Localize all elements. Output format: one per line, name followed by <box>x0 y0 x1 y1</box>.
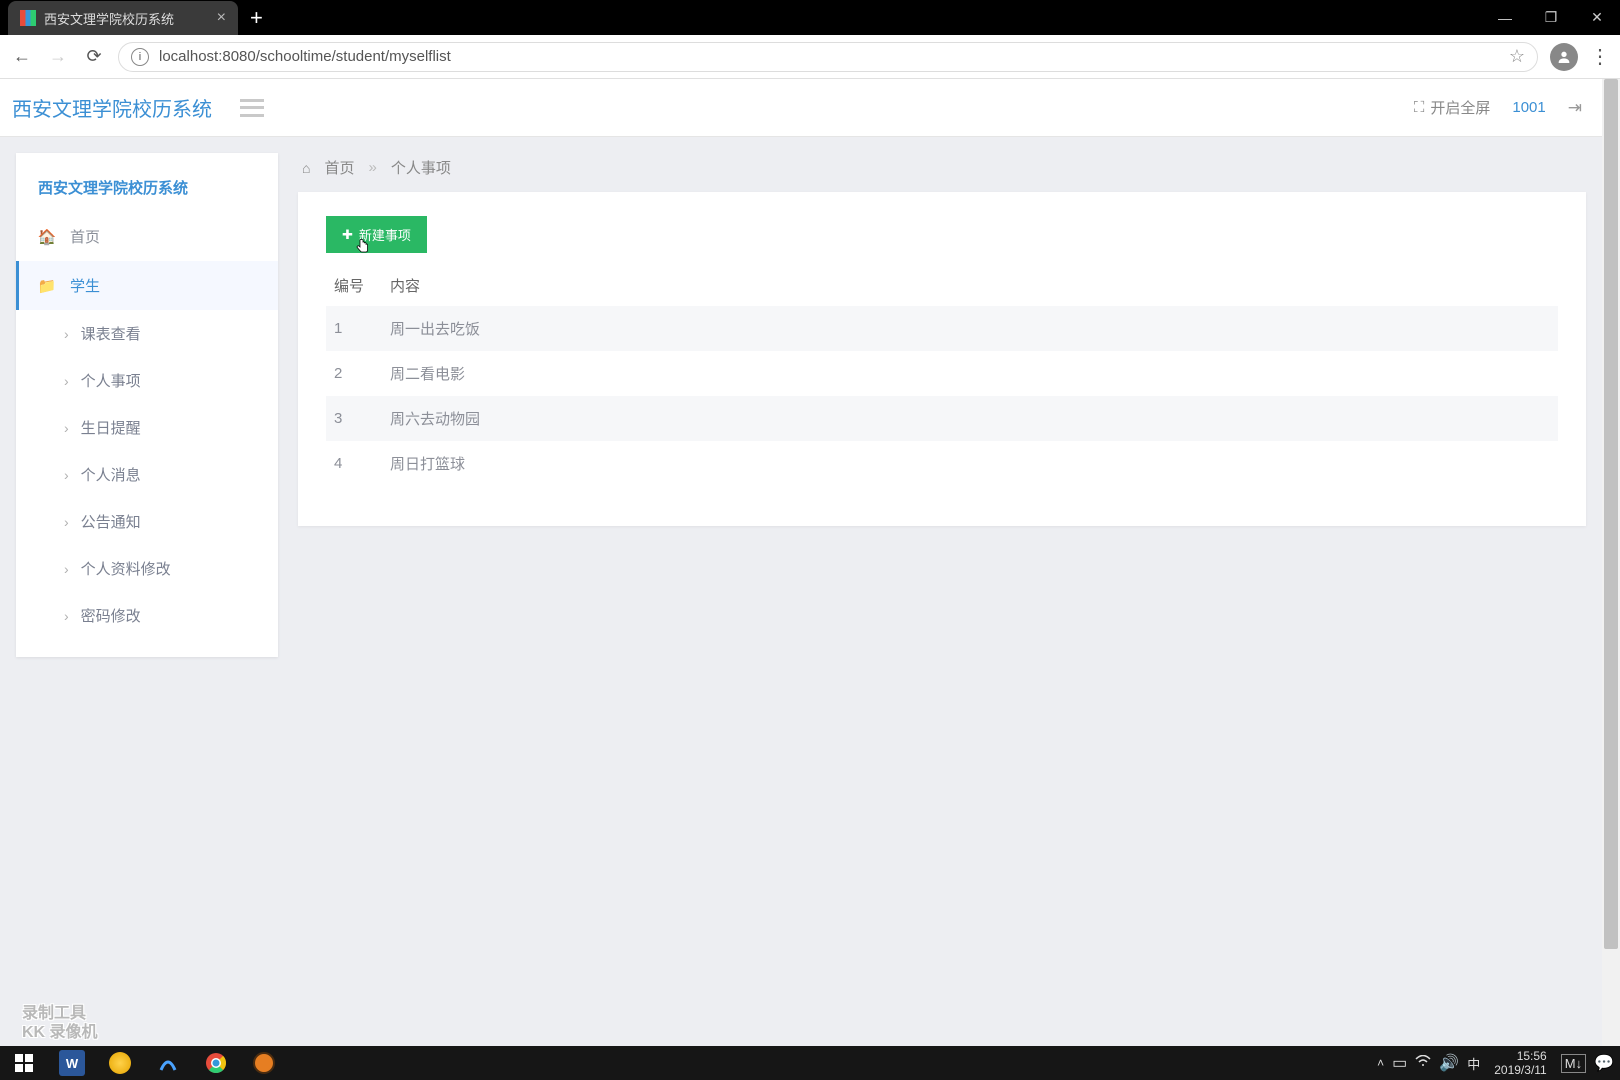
windows-taskbar: W ˄ ▭ 🔊 中 15:56 2019/3/11 M↓ 💬 <box>0 1046 1620 1080</box>
table-row[interactable]: 4周日打篮球 <box>326 441 1558 486</box>
chevron-right-icon: › <box>64 420 69 436</box>
chevron-right-icon: › <box>64 467 69 483</box>
taskbar-app-2[interactable] <box>96 1046 144 1080</box>
home-icon: 🏠 <box>38 228 56 246</box>
tab-title: 西安文理学院校历系统 <box>44 9 209 28</box>
reload-button[interactable]: ⟳ <box>82 45 106 69</box>
plus-icon: ✚ <box>342 227 353 243</box>
window-close-button[interactable]: ✕ <box>1574 0 1620 35</box>
folder-icon: 📁 <box>38 277 56 295</box>
vertical-scrollbar[interactable] <box>1602 79 1620 1046</box>
fullscreen-button[interactable]: ⛶ 开启全屏 <box>1414 97 1491 118</box>
tray-chevron-up-icon[interactable]: ˄ <box>1377 1056 1384 1070</box>
scroll-thumb[interactable] <box>1604 79 1618 949</box>
sidebar-item-label: 学生 <box>70 275 100 296</box>
sidebar-sub-announcements[interactable]: ›公告通知 <box>16 498 278 545</box>
fullscreen-label: 开启全屏 <box>1430 97 1490 118</box>
sidebar-sub-profile-edit[interactable]: ›个人资料修改 <box>16 545 278 592</box>
chevron-right-icon: › <box>64 326 69 342</box>
chevron-right-icon: › <box>64 608 69 624</box>
sidebar: 西安文理学院校历系统 🏠 首页 📁 学生 ›课表查看 ›个人事项 ›生日提醒 ›… <box>16 153 278 657</box>
favicon-icon <box>20 10 36 26</box>
start-button[interactable] <box>0 1046 48 1080</box>
url-field[interactable]: i localhost:8080/schooltime/student/myse… <box>118 42 1538 72</box>
back-button[interactable]: ← <box>10 45 34 69</box>
sidebar-item-student[interactable]: 📁 学生 <box>16 261 278 310</box>
chevron-right-icon: › <box>64 561 69 577</box>
sidebar-sub-schedule[interactable]: ›课表查看 <box>16 310 278 357</box>
ime-indicator[interactable]: 中 <box>1467 1054 1480 1073</box>
browser-tab[interactable]: 西安文理学院校历系统 × <box>8 1 238 35</box>
battery-icon[interactable]: ▭ <box>1392 1053 1407 1073</box>
svg-text:W: W <box>66 1056 79 1071</box>
add-item-button[interactable]: ✚ 新建事项 <box>326 216 427 253</box>
taskbar-app-5[interactable] <box>240 1046 288 1080</box>
new-tab-button[interactable]: + <box>238 1 275 35</box>
sidebar-item-label: 首页 <box>70 226 100 247</box>
user-id[interactable]: 1001 <box>1512 99 1545 116</box>
sidebar-toggle-icon[interactable] <box>240 99 264 117</box>
volume-icon[interactable]: 🔊 <box>1439 1053 1459 1073</box>
breadcrumb: ⌂ 首页 » 个人事项 <box>298 153 1586 192</box>
table-row[interactable]: 3周六去动物园 <box>326 396 1558 441</box>
browser-menu-icon[interactable]: ⋮ <box>1590 44 1610 69</box>
action-center-icon[interactable]: 💬 <box>1594 1053 1614 1073</box>
window-minimize-button[interactable]: — <box>1482 0 1528 35</box>
profile-avatar-icon[interactable] <box>1550 43 1578 71</box>
site-info-icon[interactable]: i <box>131 48 149 66</box>
main-panel: ⌂ 首页 » 个人事项 ✚ 新建事项 编号 内容 <box>298 153 1586 526</box>
window-maximize-button[interactable]: ❐ <box>1528 0 1574 35</box>
watermark: 录制工具 KK 录像机 <box>22 1004 98 1042</box>
bookmark-star-icon[interactable]: ☆ <box>1509 46 1525 67</box>
page-viewport: 西安文理学院校历系统 ⛶ 开启全屏 1001 ⇥ 西安文理学院校历系统 🏠 首页… <box>0 79 1602 1046</box>
taskbar-app-chrome[interactable] <box>192 1046 240 1080</box>
taskbar-app-word[interactable]: W <box>48 1046 96 1080</box>
items-table: 编号 内容 1周一出去吃饭 2周二看电影 3周六去动物园 4周日打篮球 <box>326 265 1558 486</box>
forward-button[interactable]: → <box>46 45 70 69</box>
chevron-right-icon: › <box>64 373 69 389</box>
sidebar-item-home[interactable]: 🏠 首页 <box>16 212 278 261</box>
breadcrumb-home[interactable]: 首页 <box>324 157 354 178</box>
taskbar-clock[interactable]: 15:56 2019/3/11 <box>1488 1049 1553 1078</box>
wifi-icon[interactable] <box>1415 1054 1431 1072</box>
chevron-right-icon: › <box>64 514 69 530</box>
tray-notification-icon[interactable]: M↓ <box>1561 1054 1586 1073</box>
breadcrumb-separator: » <box>368 159 376 176</box>
expand-icon: ⛶ <box>1414 99 1425 116</box>
browser-tab-strip: 西安文理学院校历系统 × + — ❐ ✕ <box>0 0 1620 35</box>
col-content: 内容 <box>382 265 1558 306</box>
taskbar-app-3[interactable] <box>144 1046 192 1080</box>
system-tray: ˄ ▭ 🔊 中 15:56 2019/3/11 M↓ 💬 <box>1377 1049 1620 1078</box>
sidebar-sub-messages[interactable]: ›个人消息 <box>16 451 278 498</box>
logout-icon[interactable]: ⇥ <box>1568 98 1582 118</box>
content-card: ✚ 新建事项 编号 内容 1周一出去吃饭 2周二看电影 3周六去动物园 4周日打… <box>298 192 1586 526</box>
sidebar-sub-personal-items[interactable]: ›个人事项 <box>16 357 278 404</box>
close-tab-icon[interactable]: × <box>217 9 226 27</box>
address-bar: ← → ⟳ i localhost:8080/schooltime/studen… <box>0 35 1620 79</box>
app-brand: 西安文理学院校历系统 <box>12 93 212 122</box>
url-text: localhost:8080/schooltime/student/myself… <box>159 48 451 65</box>
breadcrumb-current: 个人事项 <box>391 157 451 178</box>
sidebar-sub-password[interactable]: ›密码修改 <box>16 592 278 639</box>
sidebar-title: 西安文理学院校历系统 <box>16 171 278 212</box>
table-row[interactable]: 2周二看电影 <box>326 351 1558 396</box>
app-header: 西安文理学院校历系统 ⛶ 开启全屏 1001 ⇥ <box>0 79 1602 137</box>
table-row[interactable]: 1周一出去吃饭 <box>326 306 1558 351</box>
add-button-label: 新建事项 <box>359 225 411 244</box>
sidebar-sub-birthday[interactable]: ›生日提醒 <box>16 404 278 451</box>
col-id: 编号 <box>326 265 382 306</box>
home-icon: ⌂ <box>302 160 310 176</box>
